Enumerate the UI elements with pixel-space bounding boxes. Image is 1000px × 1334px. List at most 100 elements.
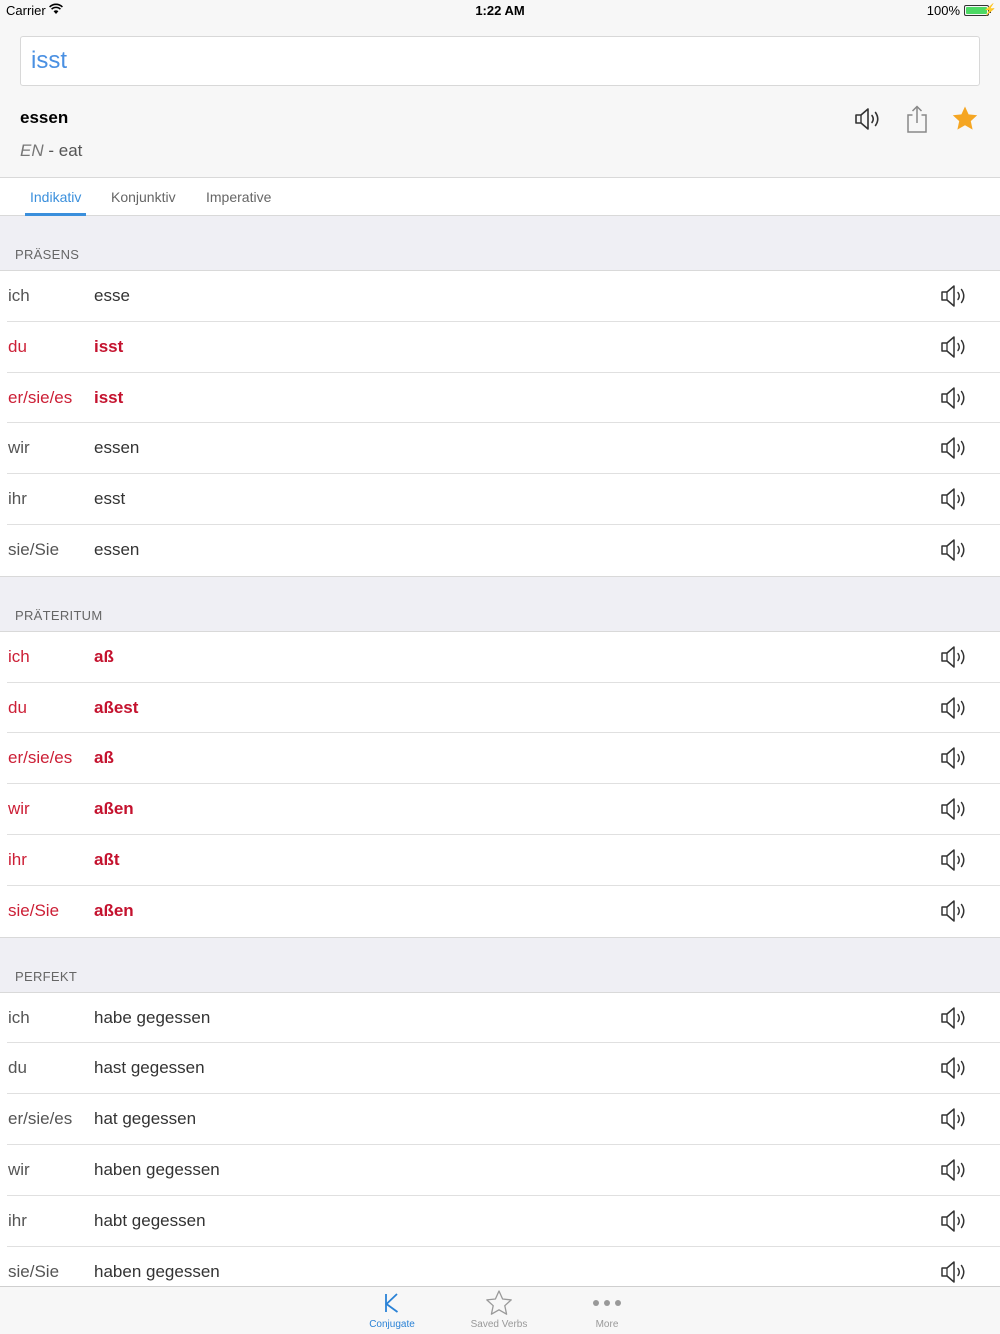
- conjugation-row[interactable]: ihr aßt: [7, 835, 1000, 886]
- pronoun-label: sie/Sie: [8, 539, 60, 559]
- speaker-icon: [941, 488, 965, 510]
- section-body: ich aß du aßest er/sie/es aß wir aßen ihr aßt sie/…: [0, 630, 1000, 938]
- pronounce-form-button[interactable]: [940, 283, 970, 309]
- tab-indikativ[interactable]: Indikativ: [24, 178, 87, 216]
- pronounce-form-button[interactable]: [940, 1208, 970, 1234]
- conjugation-row[interactable]: ich aß: [7, 632, 1000, 683]
- pronounce-form-button[interactable]: [940, 695, 970, 721]
- pronounce-form-button[interactable]: [940, 898, 970, 924]
- conjugation-row[interactable]: sie/Sie haben gegessen: [7, 1247, 1000, 1286]
- section-header: PRÄSENS: [0, 216, 1000, 270]
- conjugation-row[interactable]: ihr esst: [7, 474, 1000, 525]
- search-input[interactable]: [21, 37, 979, 85]
- pronounce-form-button[interactable]: [940, 435, 970, 461]
- tab-konjunktiv[interactable]: Konjunktiv: [111, 178, 176, 216]
- favorite-button[interactable]: [948, 102, 982, 136]
- speaker-icon: [941, 1210, 965, 1232]
- tabbar-saved-verbs-label: Saved Verbs: [470, 1319, 528, 1330]
- pronoun-label: er/sie/es: [8, 748, 73, 768]
- conjugation-row[interactable]: er/sie/es isst: [7, 373, 1000, 424]
- verb-form: aßen: [94, 900, 134, 920]
- verb-form: isst: [94, 336, 124, 356]
- speaker-icon: [855, 108, 879, 130]
- conjugation-row[interactable]: du isst: [7, 322, 1000, 373]
- pronounce-form-button[interactable]: [940, 1157, 970, 1183]
- section-body: ich esse du isst er/sie/es isst wir essen ihr ess…: [0, 270, 1000, 577]
- clock: 1:22 AM: [475, 3, 525, 18]
- conjugation-row[interactable]: sie/Sie aßen: [7, 886, 1000, 937]
- conjugation-row[interactable]: sie/Sie essen: [7, 525, 1000, 576]
- speaker-icon: [941, 285, 965, 307]
- pronoun-label: wir: [8, 1159, 30, 1179]
- pronounce-form-button[interactable]: [940, 1055, 970, 1081]
- pronoun-label: sie/Sie: [8, 1261, 60, 1281]
- pronounce-form-button[interactable]: [940, 486, 970, 512]
- section-title: PRÄTERITUM: [15, 607, 103, 623]
- conjugation-row[interactable]: wir essen: [7, 423, 1000, 475]
- pronounce-form-button[interactable]: [940, 1106, 970, 1132]
- conjugation-row[interactable]: er/sie/es aß: [7, 733, 1000, 785]
- verb-form: aßest: [94, 697, 139, 717]
- pronounce-form-button[interactable]: [940, 1259, 970, 1285]
- pronounce-form-button[interactable]: [940, 745, 970, 771]
- speaker-icon: [941, 1108, 965, 1130]
- pronounce-form-button[interactable]: [940, 537, 970, 563]
- verb-form: hat gegessen: [94, 1109, 197, 1129]
- section-title: PRÄSENS: [15, 247, 80, 262]
- speaker-icon: [941, 1260, 965, 1283]
- speaker-icon: [941, 646, 965, 668]
- speaker-icon: [941, 386, 965, 409]
- pronoun-label: ihr: [8, 849, 27, 869]
- speaker-icon: [941, 798, 965, 820]
- pronoun-label: ihr: [8, 1210, 27, 1230]
- tabbar-more[interactable]: More: [562, 1287, 652, 1334]
- translation-text: eat: [58, 141, 83, 160]
- pronoun-label: er/sie/es: [8, 387, 73, 407]
- tabbar-more-label: More: [595, 1319, 619, 1330]
- conjugation-row[interactable]: du hast gegessen: [7, 1043, 1000, 1095]
- verb-form: haben gegessen: [94, 1159, 220, 1179]
- speaker-icon: [941, 1159, 965, 1181]
- mood-tabs: Indikativ Konjunktiv Imperative: [0, 177, 1000, 216]
- conjugation-row[interactable]: wir aßen: [7, 784, 1000, 835]
- verb-form: aßen: [94, 799, 134, 819]
- tabbar-saved-verbs[interactable]: Saved Verbs: [454, 1287, 544, 1334]
- pronoun-label: er/sie/es: [8, 1109, 73, 1129]
- pronoun-label: ihr: [8, 489, 27, 509]
- speaker-icon: [941, 1057, 965, 1080]
- verb-form: aß: [94, 646, 114, 666]
- pronounce-form-button[interactable]: [940, 1005, 970, 1031]
- conjugation-row[interactable]: ich habe gegessen: [7, 993, 1000, 1044]
- verb-form: aßt: [94, 849, 120, 869]
- conjugation-list[interactable]: PRÄSENS ich esse du isst er/sie/es isst wir esse…: [0, 216, 1000, 1286]
- pronounce-form-button[interactable]: [940, 644, 970, 670]
- verb-actions: [852, 102, 982, 136]
- pronounce-form-button[interactable]: [940, 796, 970, 822]
- conjugation-row[interactable]: ich esse: [7, 271, 1000, 322]
- status-bar: Carrier 1:22 AM 100% ⚡: [0, 0, 1000, 20]
- speaker-icon: [941, 849, 965, 871]
- pronounce-verb-button[interactable]: [852, 102, 886, 136]
- pronounce-form-button[interactable]: [940, 847, 970, 873]
- section-body: ich habe gegessen du hast gegessen er/sie/es…: [0, 991, 1000, 1286]
- pronounce-form-button[interactable]: [940, 334, 970, 360]
- tabbar-conjugate[interactable]: Conjugate: [347, 1287, 437, 1334]
- tab-imperative[interactable]: Imperative: [206, 178, 271, 216]
- tabbar-conjugate-label: Conjugate: [369, 1319, 415, 1330]
- pronoun-label: du: [8, 336, 27, 356]
- verb-form: habt gegessen: [94, 1210, 206, 1230]
- conjugation-row[interactable]: ihr habt gegessen: [7, 1196, 1000, 1247]
- pronoun-label: ich: [8, 1007, 30, 1027]
- verb-form: isst: [94, 387, 124, 407]
- share-button[interactable]: [900, 102, 934, 136]
- verb-infinitive: essen: [20, 108, 69, 127]
- conjugation-row[interactable]: er/sie/es hat gegessen: [7, 1094, 1000, 1145]
- verb-form: esse: [94, 286, 130, 305]
- conjugation-row[interactable]: wir haben gegessen: [7, 1145, 1000, 1196]
- pronounce-form-button[interactable]: [940, 385, 970, 411]
- verb-translation: EN - eat: [20, 141, 82, 161]
- conjugation-row[interactable]: du aßest: [7, 683, 1000, 734]
- pronoun-label: wir: [8, 438, 30, 458]
- section-title: PERFEKT: [15, 968, 78, 984]
- verb-form: esst: [94, 489, 126, 509]
